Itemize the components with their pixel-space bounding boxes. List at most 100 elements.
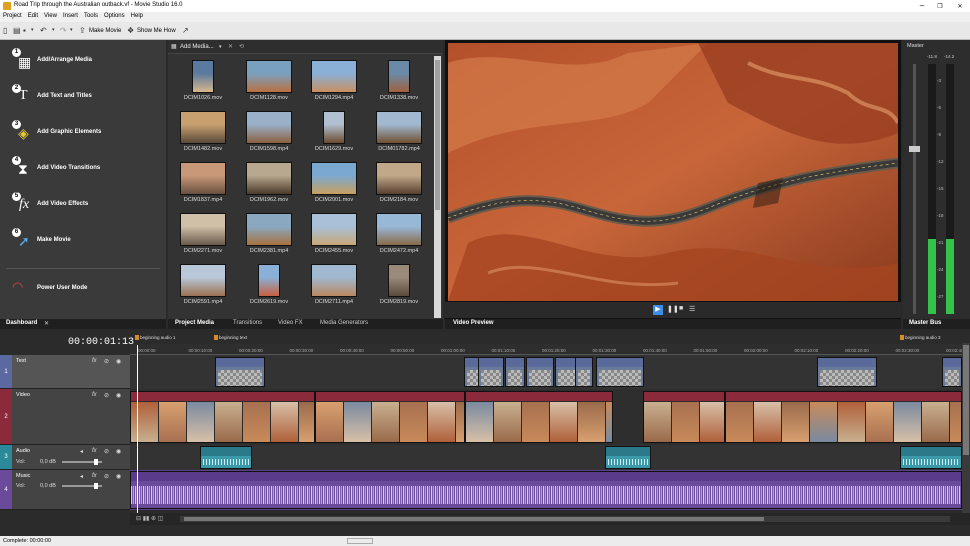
video-clip[interactable]: [130, 391, 315, 443]
undo-icon[interactable]: ↶: [40, 26, 48, 35]
media-thumbnail[interactable]: DCIM1128.mov: [242, 60, 296, 104]
text-clip[interactable]: [478, 357, 504, 387]
undo-dropdown-icon[interactable]: ▾: [52, 26, 60, 35]
media-thumbnail[interactable]: DCIM2001.mov: [307, 162, 361, 206]
text-clip[interactable]: [526, 357, 554, 387]
tab-media-generators[interactable]: Media Generators: [320, 320, 368, 326]
timeline-marker[interactable]: beginning text: [214, 335, 247, 341]
track-header-text[interactable]: 1 Text fx ⊘ ◉: [0, 355, 130, 389]
media-thumbnail[interactable]: DCIM2184.mov: [372, 162, 426, 206]
dropdown-icon[interactable]: ▾: [31, 26, 39, 35]
media-thumbnail[interactable]: DCIM2381.mp4: [242, 213, 296, 257]
menu-help[interactable]: Help: [128, 12, 146, 19]
playhead[interactable]: [137, 345, 138, 513]
audio-clip[interactable]: [200, 446, 252, 469]
dash-add-video-effects[interactable]: 5 fx Add Video Effects: [10, 192, 160, 214]
media-thumbnail[interactable]: DCIM2711.mp4: [307, 264, 361, 308]
add-media-icon[interactable]: ▦: [171, 43, 177, 50]
media-thumbnail[interactable]: DCIM1598.mp4: [242, 111, 296, 155]
track-header-music[interactable]: 4 Music ◂ fx ⊘ ◉ Vol: 0,0 dB: [0, 470, 130, 510]
video-clip[interactable]: [315, 391, 465, 443]
close-button[interactable]: ✕: [950, 3, 970, 10]
time-ruler[interactable]: 00:00:00 00:00:10:00 00:00:20:00 00:00:30:0…: [130, 335, 970, 355]
track-solo-icon[interactable]: ◉: [116, 448, 121, 455]
track-header-audio[interactable]: 3 Audio ◂ fx ⊘ ◉ Vol: 0,0 dB: [0, 445, 130, 470]
dash-add-video-transitions[interactable]: 4 ⧗ Add Video Transitions: [10, 156, 160, 178]
media-thumbnail[interactable]: DCIM1338.mov: [372, 60, 426, 104]
media-thumbnail[interactable]: DCIM2591.mp4: [176, 264, 230, 308]
tab-transitions[interactable]: Transitions: [233, 320, 262, 326]
track-mute-icon[interactable]: ⊘: [104, 473, 109, 480]
track-speaker-icon[interactable]: ◂: [80, 473, 83, 480]
track-fx-icon[interactable]: fx: [92, 358, 97, 364]
dash-power-user-mode[interactable]: ◠ Power User Mode: [10, 276, 160, 298]
track-header-video[interactable]: 2 Video fx ⊘ ◉: [0, 389, 130, 445]
tab-project-media[interactable]: Project Media: [175, 320, 214, 326]
text-clip[interactable]: [505, 357, 525, 387]
dash-add-arrange-media[interactable]: 1 ▦ Add/Arrange Media: [10, 48, 160, 70]
stop-icon[interactable]: ■: [679, 305, 683, 312]
track-solo-icon[interactable]: ◉: [116, 473, 121, 480]
menu-tools[interactable]: Tools: [81, 12, 101, 19]
fader-knob[interactable]: [909, 146, 920, 152]
show-me-how-button[interactable]: Show Me How: [137, 28, 176, 34]
media-scrollbar[interactable]: [434, 56, 441, 318]
media-thumbnail[interactable]: DCIM01782.mp4: [372, 111, 426, 155]
media-thumbnail[interactable]: DCIM2271.mov: [176, 213, 230, 257]
track-fx-icon[interactable]: fx: [92, 448, 97, 454]
timeline-lanes[interactable]: [130, 355, 962, 525]
timeline-hscroll[interactable]: [180, 516, 950, 522]
open-folder-icon[interactable]: ▤: [13, 26, 21, 35]
tab-dashboard[interactable]: Dashboard: [6, 320, 37, 326]
media-thumbnail[interactable]: DCIM2619.mov: [242, 264, 296, 308]
audio-clip[interactable]: [900, 446, 962, 469]
media-thumbnail[interactable]: DCIM2819.mov: [372, 264, 426, 308]
dash-add-graphic-elements[interactable]: 3 ◈ Add Graphic Elements: [10, 120, 160, 142]
music-volume-slider[interactable]: [62, 483, 102, 489]
maximize-button[interactable]: ❐: [930, 3, 950, 10]
tab-master-bus[interactable]: Master Bus: [909, 320, 941, 326]
media-thumbnail[interactable]: DCIM1962.mov: [242, 162, 296, 206]
play-icon[interactable]: ▶: [653, 305, 663, 315]
whats-this-icon[interactable]: ↗: [182, 26, 190, 35]
track-mute-icon[interactable]: ⊘: [104, 358, 109, 365]
text-clip[interactable]: [575, 357, 593, 387]
timeline-marker[interactable]: beginning audio 1: [135, 335, 176, 341]
media-thumbnail[interactable]: DCIM1026.mov: [176, 60, 230, 104]
media-thumbnail[interactable]: DCIM1482.mov: [176, 111, 230, 155]
timeline-marker[interactable]: beginning audio 3: [900, 335, 941, 341]
dash-make-movie[interactable]: 6 ➚ Make Movie: [10, 228, 160, 250]
media-thumbnail[interactable]: DCIM2455.mov: [307, 213, 361, 257]
redo-dropdown-icon[interactable]: ▾: [70, 26, 78, 35]
menu-insert[interactable]: Insert: [60, 12, 81, 19]
track-mute-icon[interactable]: ⊘: [104, 392, 109, 399]
video-clip[interactable]: [725, 391, 962, 443]
track-fx-icon[interactable]: fx: [92, 473, 97, 479]
timeline-vscroll[interactable]: [962, 343, 970, 513]
audio-clip[interactable]: [605, 446, 651, 469]
save-icon[interactable]: ▪: [23, 26, 31, 35]
menu-project[interactable]: Project: [0, 12, 25, 19]
text-clip[interactable]: [817, 357, 877, 387]
redo-icon[interactable]: ↷: [60, 26, 68, 35]
minimize-button[interactable]: –: [912, 1, 932, 10]
dash-add-text-titles[interactable]: 2T Add Text and Titles: [10, 84, 160, 106]
music-clip[interactable]: [130, 471, 962, 509]
text-clip[interactable]: [215, 357, 265, 387]
text-clip[interactable]: [942, 357, 962, 387]
make-movie-icon[interactable]: ⇪: [79, 26, 87, 35]
audio-volume-slider[interactable]: [62, 459, 102, 465]
new-file-icon[interactable]: ▯: [3, 26, 11, 35]
menu-view[interactable]: View: [41, 12, 60, 19]
tab-video-fx[interactable]: Video FX: [278, 320, 303, 326]
track-mute-icon[interactable]: ⊘: [104, 448, 109, 455]
make-movie-button[interactable]: Make Movie: [89, 28, 121, 34]
video-clip[interactable]: [465, 391, 613, 443]
pause-icon[interactable]: ❚❚: [667, 305, 679, 313]
track-solo-icon[interactable]: ◉: [116, 358, 121, 365]
menu-icon[interactable]: ☰: [689, 305, 695, 313]
menu-options[interactable]: Options: [101, 12, 128, 19]
media-thumbnail[interactable]: DCIM2472.mp4: [372, 213, 426, 257]
track-solo-icon[interactable]: ◉: [116, 392, 121, 399]
media-thumbnail[interactable]: DCIM1629.mov: [307, 111, 361, 155]
